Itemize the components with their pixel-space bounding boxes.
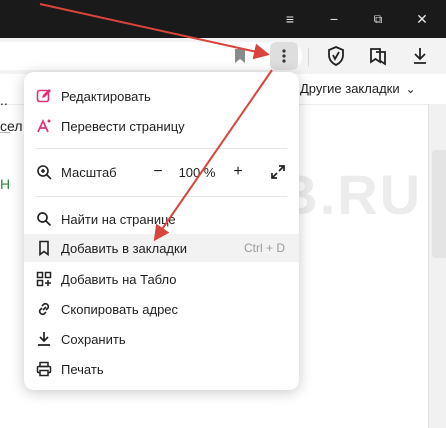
browser-menu: Редактировать Перевести страницу Масштаб… [24,72,299,390]
fullscreen-icon [271,165,285,179]
menu-item-add-tablo[interactable]: Добавить на Табло [24,265,299,293]
menu-item-find[interactable]: Найти на странице [24,205,299,233]
address-bar[interactable] [0,42,302,70]
page-text-fragment: .. [0,92,8,108]
tablo-icon [36,271,52,287]
side-panel-block [432,150,446,258]
downloads-button[interactable] [404,38,436,74]
bookmark-icon [39,240,49,256]
menu-separator [36,196,287,197]
collections-button[interactable] [362,38,394,74]
shortcut-label: Ctrl + D [243,241,285,255]
menu-item-add-bookmark[interactable]: Добавить в закладки Ctrl + D [24,234,299,262]
download-icon [414,48,426,64]
translate-icon [37,118,51,133]
menu-item-translate[interactable]: Перевести страницу [24,112,299,140]
fullscreen-button[interactable] [268,162,288,182]
divider [0,132,10,133]
bookmark-icon[interactable] [224,38,256,74]
download-icon [38,332,50,346]
menu-item-copy-address[interactable]: Скопировать адрес [24,295,299,323]
close-button[interactable]: ✕ [402,0,442,38]
menu-item-edit[interactable]: Редактировать [24,82,299,110]
zoom-value: 100 % [178,164,216,180]
link-icon [38,302,50,316]
title-bar: ≡ − ⧉ ✕ [0,0,446,38]
chevron-down-icon: ⌄ [405,81,416,96]
adblock-button[interactable] [320,38,352,74]
zoom-out-button[interactable]: − [148,162,168,182]
menu-separator [36,148,287,149]
toolbar-separator [308,48,309,66]
menu-item-print[interactable]: Печать [24,355,299,383]
edit-icon [36,89,51,103]
restore-button[interactable]: ⧉ [358,0,398,38]
tabs-menu-icon[interactable]: ≡ [270,0,310,38]
menu-item-save[interactable]: Сохранить [24,325,299,353]
print-icon [36,361,52,377]
three-dots-vertical-icon [282,49,286,63]
zoom-in-button[interactable]: + [228,162,248,182]
menu-button[interactable] [270,42,298,70]
search-icon [37,212,52,227]
other-bookmarks[interactable]: Другие закладки ⌄ [300,81,416,96]
zoom-icon [37,165,52,180]
collections-icon [370,48,386,66]
minimize-button[interactable]: − [314,0,354,38]
page-text-fragment: Н [0,176,11,192]
shield-check-icon [328,46,344,66]
